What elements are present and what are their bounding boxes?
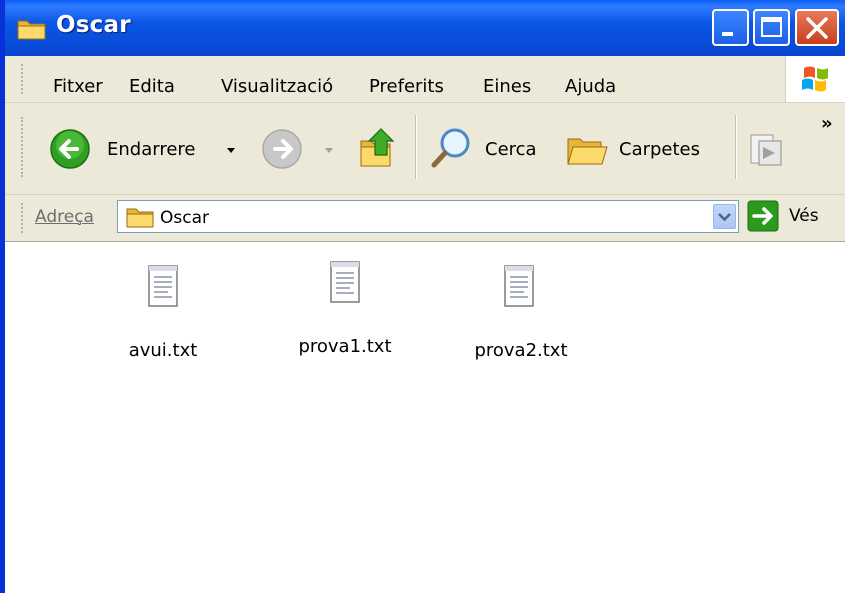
menu-fitxer[interactable]: Fitxer (53, 76, 103, 97)
views-icon (750, 134, 782, 166)
search-button[interactable]: Cerca (429, 125, 549, 171)
standard-toolbar: Endarrere Cerca Carpetes » (5, 103, 845, 195)
menu-grip[interactable] (21, 64, 26, 94)
title-bar[interactable]: Oscar (0, 0, 845, 56)
file-item[interactable]: prova1.txt (275, 258, 415, 368)
go-label: Vés (789, 206, 819, 226)
folders-label: Carpetes (619, 139, 701, 160)
up-folder-button[interactable] (357, 125, 401, 173)
menu-bar: Fitxer Edita Visualització Preferits Ein… (5, 56, 845, 103)
file-item[interactable]: prova2.txt (463, 262, 603, 372)
windows-flag-icon (802, 66, 828, 92)
search-icon (431, 128, 470, 168)
menu-ajuda[interactable]: Ajuda (565, 76, 616, 97)
toolbar-separator (735, 115, 737, 179)
maximize-icon (761, 17, 782, 37)
toolbar-separator (415, 115, 417, 179)
address-value: Oscar (160, 208, 209, 228)
file-name: prova2.txt (474, 340, 568, 361)
back-button[interactable]: Endarrere (49, 127, 259, 171)
menu-edita[interactable]: Edita (129, 76, 175, 97)
forward-dropdown-icon[interactable] (323, 146, 335, 156)
forward-arrow-icon (262, 129, 302, 169)
folders-icon (567, 138, 608, 165)
go-button[interactable]: Vés (747, 200, 843, 233)
toolbar-grip[interactable] (21, 117, 26, 177)
views-button[interactable] (745, 127, 789, 171)
forward-button[interactable] (261, 127, 351, 171)
menu-eines[interactable]: Eines (483, 76, 531, 97)
explorer-window: Oscar Fitxer Edita Visualització Preferi… (0, 0, 845, 593)
address-bar: Adreça Oscar Vés (5, 195, 845, 242)
back-dropdown-icon[interactable] (225, 146, 237, 156)
minimize-button[interactable] (712, 9, 749, 46)
close-button[interactable] (795, 9, 839, 46)
search-label: Cerca (485, 139, 537, 160)
menu-visualitzacio[interactable]: Visualització (221, 76, 333, 97)
file-name: avui.txt (128, 340, 198, 361)
file-name: prova1.txt (298, 336, 392, 357)
minimize-icon (722, 32, 733, 36)
windows-logo-area (785, 56, 845, 102)
address-grip[interactable] (21, 203, 26, 233)
file-item[interactable]: avui.txt (93, 262, 233, 372)
text-file-icon (148, 265, 178, 307)
text-file-icon (330, 261, 360, 303)
go-arrow-icon (747, 200, 779, 232)
up-folder-icon (360, 128, 395, 167)
folder-icon (126, 208, 154, 228)
address-label: Adreça (35, 207, 94, 227)
file-list: avui.txt prova1.txt prova2.txt (5, 242, 845, 593)
maximize-button[interactable] (753, 9, 790, 46)
chevron-down-icon (718, 213, 731, 222)
window-title: Oscar (56, 12, 131, 38)
close-icon (806, 17, 828, 39)
back-arrow-icon (50, 129, 90, 169)
back-label: Endarrere (107, 139, 196, 160)
toolbar-overflow-button[interactable]: » (821, 113, 833, 134)
folders-button[interactable]: Carpetes (565, 125, 725, 171)
address-dropdown-button[interactable] (713, 204, 736, 229)
address-input[interactable]: Oscar (117, 200, 739, 233)
menu-preferits[interactable]: Preferits (369, 76, 444, 97)
text-file-icon (504, 265, 534, 307)
folder-icon (17, 20, 46, 40)
